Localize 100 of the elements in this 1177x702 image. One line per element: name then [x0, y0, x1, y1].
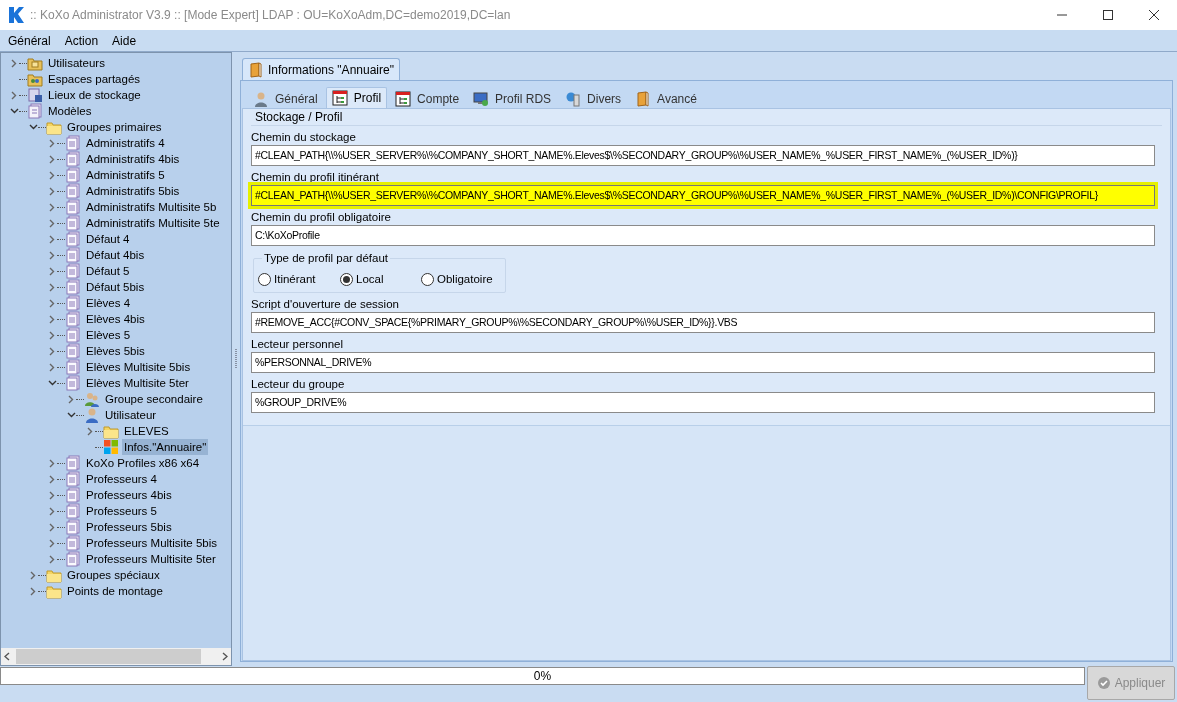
- chevron-right-icon[interactable]: [49, 170, 55, 180]
- person-icon: [253, 90, 269, 107]
- tab[interactable]: Divers: [559, 89, 628, 108]
- chevron-right-icon[interactable]: [11, 90, 17, 100]
- tree-item[interactable]: Administratifs 5bis: [84, 183, 182, 199]
- tree-item[interactable]: Défaut 4: [84, 231, 132, 247]
- menu-item[interactable]: Aide: [112, 31, 137, 50]
- tree-item[interactable]: Professeurs Multisite 5bis: [84, 535, 220, 551]
- chevron-right-icon[interactable]: [49, 154, 55, 164]
- tab[interactable]: Profil RDS: [467, 89, 558, 108]
- tree-item[interactable]: Utilisateur: [103, 407, 159, 423]
- tree-item[interactable]: Modèles: [46, 103, 94, 119]
- chevron-right-icon[interactable]: [49, 218, 55, 228]
- chevron-right-icon[interactable]: [49, 138, 55, 148]
- tab[interactable]: Général: [247, 89, 324, 108]
- chevron-right-icon[interactable]: [49, 186, 55, 196]
- maximize-icon: [1103, 10, 1113, 20]
- document-tab[interactable]: Informations "Annuaire": [242, 58, 400, 80]
- tab[interactable]: Profil: [325, 87, 388, 108]
- chevron-right-icon[interactable]: [49, 298, 55, 308]
- tree-item[interactable]: Professeurs 4bis: [84, 487, 174, 503]
- folder-icon: [46, 119, 62, 135]
- chevron-right-icon[interactable]: [49, 266, 55, 276]
- chevron-right-icon[interactable]: [49, 362, 55, 372]
- tree-item[interactable]: Infos."Annuaire": [122, 439, 209, 455]
- radio-button[interactable]: [340, 273, 353, 286]
- chevron-right-icon[interactable]: [30, 570, 36, 580]
- chevron-right-icon[interactable]: [49, 474, 55, 484]
- chevron-right-icon[interactable]: [11, 58, 17, 68]
- menu-item[interactable]: Général: [8, 31, 51, 50]
- tree-item[interactable]: Groupes spéciaux: [65, 567, 162, 583]
- text-field[interactable]: %PERSONNAL_DRIVE%: [251, 352, 1155, 373]
- tree-item[interactable]: Défaut 4bis: [84, 247, 147, 263]
- tree-item[interactable]: Professeurs Multisite 5ter: [84, 551, 218, 567]
- field-label: Chemin du profil itinérant: [251, 170, 380, 185]
- chevron-right-icon[interactable]: [49, 458, 55, 468]
- chevron-down-icon[interactable]: [28, 124, 38, 130]
- document-icon: [65, 295, 81, 311]
- chevron-right-icon[interactable]: [49, 202, 55, 212]
- chevron-right-icon[interactable]: [49, 490, 55, 500]
- radio-option[interactable]: Local: [340, 270, 421, 289]
- tree-item[interactable]: Professeurs 5: [84, 503, 159, 519]
- chevron-right-icon[interactable]: [49, 538, 55, 548]
- text-field[interactable]: C:\KoXoProfile: [251, 225, 1155, 246]
- server-globe-icon: [565, 90, 582, 107]
- chevron-right-icon[interactable]: [68, 394, 74, 404]
- chevron-right-icon[interactable]: [49, 346, 55, 356]
- tree-item[interactable]: Groupe secondaire: [103, 391, 205, 407]
- radio-button[interactable]: [421, 273, 434, 286]
- scrollbar-thumb[interactable]: [16, 649, 201, 664]
- tree-item[interactable]: Administratifs Multisite 5b: [84, 199, 219, 215]
- menu-item[interactable]: Action: [64, 31, 99, 50]
- chevron-right-icon[interactable]: [49, 314, 55, 324]
- tree-item[interactable]: Administratifs 5: [84, 167, 167, 183]
- tree-item[interactable]: Professeurs 5bis: [84, 519, 174, 535]
- chevron-right-icon[interactable]: [49, 330, 55, 340]
- document-icon: [65, 471, 81, 487]
- chevron-down-icon[interactable]: [9, 108, 19, 114]
- text-field[interactable]: %GROUP_DRIVE%: [251, 392, 1155, 413]
- text-field[interactable]: #CLEAN_PATH{\\%USER_SERVER%\%COMPANY_SHORT_NAME%.Eleves$\%SECONDARY_GROUP%\%USER_NAME%_%USER_FIRST_NAME%_(%USER_ID%)}: [251, 145, 1155, 166]
- radio-option[interactable]: Itinérant: [258, 270, 340, 289]
- tree-item[interactable]: Elèves 5bis: [84, 343, 147, 359]
- scroll-right-icon[interactable]: [222, 652, 228, 661]
- horizontal-scrollbar[interactable]: [1, 648, 231, 665]
- chevron-down-icon[interactable]: [47, 380, 57, 386]
- tree-item[interactable]: Groupes primaires: [65, 119, 164, 135]
- tab[interactable]: Avancé: [629, 89, 703, 108]
- radio-button[interactable]: [258, 273, 271, 286]
- tree-item[interactable]: Défaut 5bis: [84, 279, 147, 295]
- radio-option[interactable]: Obligatoire: [421, 270, 501, 289]
- tree-item[interactable]: Elèves Multisite 5ter: [84, 375, 191, 391]
- tree-item[interactable]: Utilisateurs: [46, 55, 107, 71]
- tree-item[interactable]: Défaut 5: [84, 263, 132, 279]
- tree-item[interactable]: Professeurs 4: [84, 471, 159, 487]
- chevron-down-icon[interactable]: [66, 412, 76, 418]
- tree-item[interactable]: Lieux de stockage: [46, 87, 143, 103]
- chevron-right-icon[interactable]: [49, 554, 55, 564]
- tree-item[interactable]: KoXo Profiles x86 x64: [84, 455, 202, 471]
- tree-item[interactable]: Elèves 5: [84, 327, 133, 343]
- app-logo-icon: [8, 6, 24, 24]
- tree-item[interactable]: Espaces partagés: [46, 71, 143, 87]
- text-field[interactable]: #REMOVE_ACC{#CONV_SPACE{%PRIMARY_GROUP%\%SECONDARY_GROUP%\%USER_ID%}}.VBS: [251, 312, 1155, 333]
- tree-item[interactable]: Elèves Multisite 5bis: [84, 359, 193, 375]
- tree-item[interactable]: ELEVES: [122, 423, 171, 439]
- tree-item[interactable]: Elèves 4bis: [84, 311, 147, 327]
- chevron-right-icon[interactable]: [49, 282, 55, 292]
- tree-item[interactable]: Administratifs 4bis: [84, 151, 182, 167]
- tree-item[interactable]: Points de montage: [65, 583, 165, 599]
- chevron-right-icon[interactable]: [30, 586, 36, 596]
- scroll-left-icon[interactable]: [4, 652, 10, 661]
- tree-item[interactable]: Administratifs 4: [84, 135, 167, 151]
- chevron-right-icon[interactable]: [49, 522, 55, 532]
- chevron-right-icon[interactable]: [49, 234, 55, 244]
- chevron-right-icon[interactable]: [87, 426, 93, 436]
- chevron-right-icon[interactable]: [49, 506, 55, 516]
- text-field[interactable]: #CLEAN_PATH{\\%USER_SERVER%\%COMPANY_SHORT_NAME%.Eleves$\%SECONDARY_GROUP%\%USER_NAME%_%USER_FIRST_NAME%_(%USER_ID%)\CONFIG\PROFIL}: [251, 185, 1155, 206]
- tree-item[interactable]: Administratifs Multisite 5te: [84, 215, 222, 231]
- chevron-right-icon[interactable]: [49, 250, 55, 260]
- tab[interactable]: Compte: [389, 89, 466, 108]
- tree-item[interactable]: Elèves 4: [84, 295, 133, 311]
